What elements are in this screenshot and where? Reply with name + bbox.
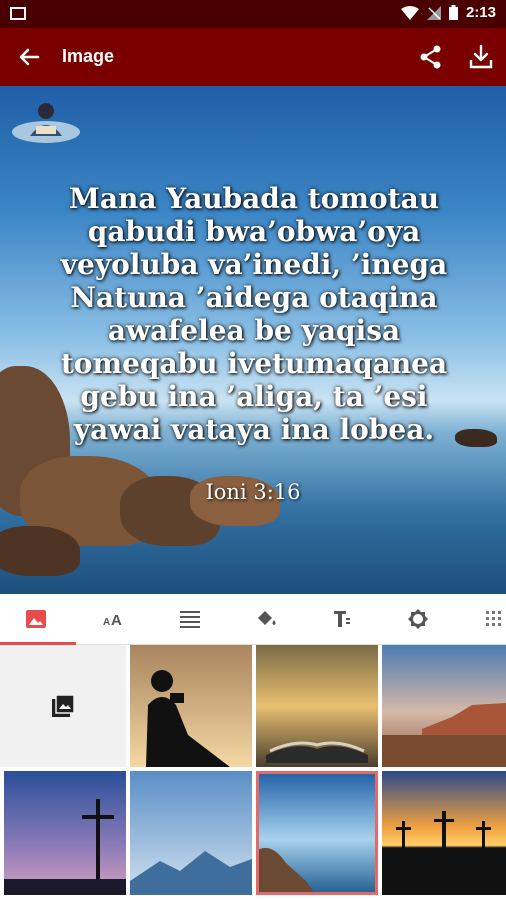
signal-off-icon	[426, 5, 441, 20]
tab-brightness[interactable]	[382, 594, 454, 644]
editor-tab-bar: A A	[0, 594, 506, 645]
align-icon	[180, 611, 200, 628]
rock-shape	[0, 526, 80, 576]
wifi-icon	[400, 5, 419, 20]
verse-line: gebu ina ’aliga, ta ’esi	[80, 380, 428, 413]
verse-line: tomeqabu ivetumaqanea	[60, 347, 448, 380]
back-arrow-icon[interactable]	[14, 42, 44, 72]
verse-text: Mana Yaubada tomotau qabudi bwa’obwa’oya…	[34, 182, 474, 446]
background-grid	[0, 645, 506, 900]
verse-line: qabudi bwa’obwa’oya	[87, 215, 421, 248]
verse-line: veyoluba va’inedi, ’inega	[60, 248, 448, 281]
verse-image-preview: Mana Yaubada tomotau qabudi bwa’obwa’oya…	[0, 86, 506, 594]
tab-align[interactable]	[154, 594, 226, 644]
share-icon[interactable]	[416, 42, 446, 72]
thumb-person-reading[interactable]	[130, 645, 252, 767]
text-format-icon	[334, 611, 350, 627]
thumb-misty-mountains[interactable]	[130, 771, 252, 895]
download-icon[interactable]	[466, 42, 496, 72]
page-title: Image	[62, 46, 115, 66]
tab-fill-color[interactable]	[230, 594, 302, 644]
grid-icon	[486, 611, 501, 626]
fill-color-icon	[258, 611, 276, 625]
image-icon	[26, 610, 46, 628]
thumb-open-bible-sunset[interactable]	[256, 645, 378, 767]
status-time: 2:13	[465, 4, 496, 21]
tab-text-format[interactable]	[306, 594, 378, 644]
battery-icon	[448, 5, 458, 20]
svg-text:A: A	[111, 612, 122, 627]
thumb-cross-silhouette[interactable]	[4, 771, 126, 895]
verse-line: awafelea be yaqisa	[107, 314, 401, 347]
thumb-three-crosses-sunset[interactable]	[382, 771, 506, 895]
verse-line: Natuna ’aidega otaqina	[70, 281, 438, 314]
image-notification-icon	[10, 7, 26, 20]
tab-grid[interactable]	[458, 594, 506, 644]
tab-image[interactable]	[0, 594, 76, 645]
selected-outline	[256, 771, 378, 895]
verse-reference: Ioni 3:16	[205, 480, 301, 504]
svg-text:A: A	[103, 617, 110, 627]
verse-line: yawai vataya ina lobea.	[73, 413, 435, 446]
app-logo-badge	[12, 103, 80, 143]
thumb-desert-mountain-dusk[interactable]	[382, 645, 506, 767]
photo-library-icon	[52, 694, 75, 717]
tab-text-size[interactable]: A A	[78, 594, 150, 644]
gallery-picker-button[interactable]	[0, 645, 126, 767]
verse-line: Mana Yaubada tomotau	[68, 182, 440, 215]
app-bar: Image	[0, 28, 506, 86]
status-bar: 2:13	[0, 0, 506, 28]
brightness-icon	[408, 609, 428, 629]
text-size-icon: A A	[103, 612, 122, 627]
